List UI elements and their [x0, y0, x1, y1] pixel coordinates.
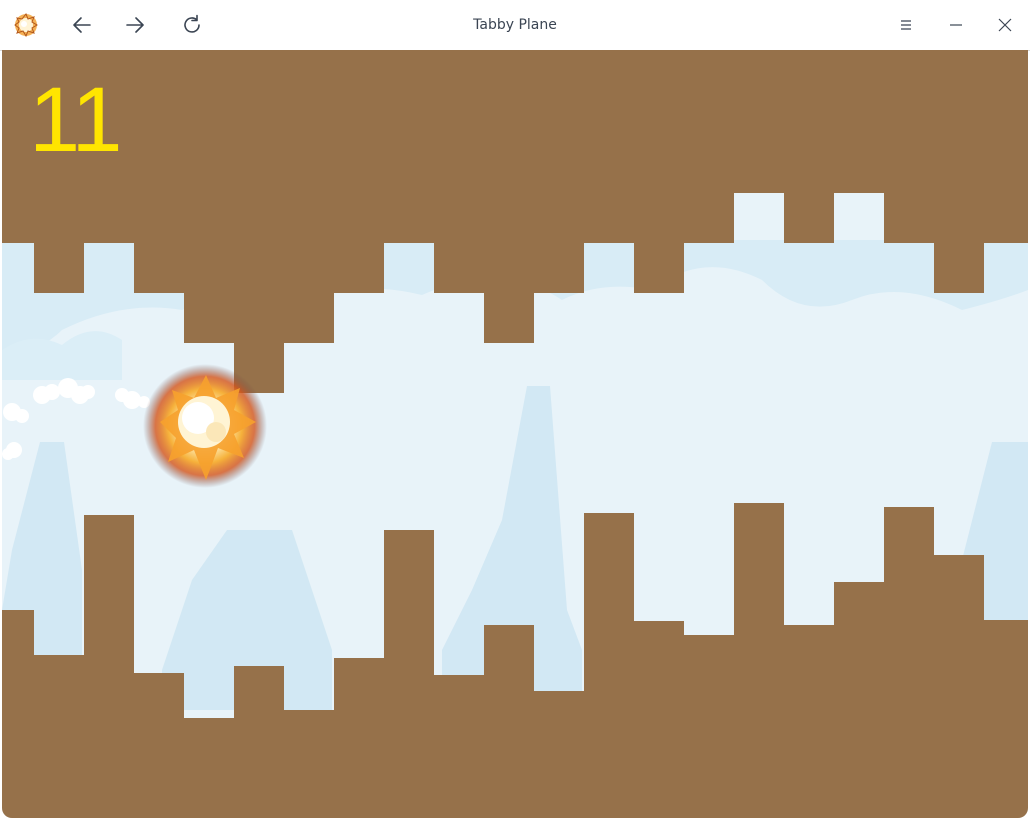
- arrow-right-icon: [126, 17, 144, 33]
- close-button[interactable]: [989, 9, 1021, 41]
- hamburger-menu-icon: [901, 20, 911, 30]
- app-window: Tabby Plane 11: [0, 0, 1030, 820]
- reload-icon: [184, 14, 200, 33]
- menu-button[interactable]: [890, 9, 922, 41]
- explosion-app-icon: [10, 9, 42, 41]
- close-icon: [998, 18, 1012, 32]
- title-bar: Tabby Plane: [0, 0, 1030, 51]
- score-counter: 11: [29, 69, 123, 171]
- explosion: [143, 364, 267, 488]
- minimize-button[interactable]: [940, 9, 972, 41]
- game-canvas[interactable]: 11: [2, 50, 1028, 818]
- window-title: Tabby Plane: [473, 17, 557, 33]
- arrow-left-icon: [73, 17, 91, 33]
- game-scene: [2, 50, 1028, 818]
- minimize-icon: [950, 24, 962, 26]
- back-button[interactable]: [66, 9, 98, 41]
- reload-button[interactable]: [176, 9, 208, 41]
- forward-button[interactable]: [119, 9, 151, 41]
